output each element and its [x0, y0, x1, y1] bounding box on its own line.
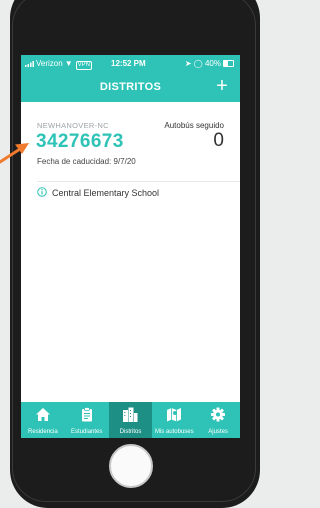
tab-residencia[interactable]: Residencia — [21, 402, 65, 438]
tracked-bus-label: Autobús seguido — [164, 121, 224, 130]
buildings-icon — [123, 407, 138, 422]
district-code: NEWHANOVER-NC — [37, 121, 109, 130]
status-left: Verizon ▼ VPN — [25, 55, 92, 72]
clipboard-icon — [81, 407, 92, 422]
carrier-label: Verizon — [36, 59, 63, 68]
tab-label: Residencia — [28, 429, 58, 435]
tab-label: Estudiantes — [71, 429, 103, 435]
status-time: 12:52 PM — [111, 59, 146, 68]
tab-distritos[interactable]: Distritos — [108, 402, 153, 438]
annotation-arrow — [0, 143, 29, 164]
location-icon: ➤ — [184, 59, 192, 68]
vpn-badge: VPN — [75, 61, 92, 70]
page-title: DISTRITOS — [99, 81, 162, 93]
bus-map-icon — [167, 408, 182, 422]
tab-label: Distritos — [119, 429, 142, 435]
district-number: 34276673 — [36, 131, 124, 152]
home-button[interactable] — [109, 444, 153, 488]
tracked-bus-count: 0 — [213, 130, 224, 151]
nav-bar: DISTRITOS + — [21, 72, 240, 102]
tab-mis-autobuses[interactable]: Mis autobuses — [152, 402, 196, 438]
wifi-icon: ▼ — [64, 59, 73, 68]
tab-ajustes[interactable]: Ajustes — [196, 402, 240, 438]
add-district-button[interactable]: + — [212, 76, 232, 96]
alarm-icon: ◯ — [193, 59, 203, 68]
info-icon — [37, 187, 47, 197]
home-icon — [35, 408, 50, 421]
signal-icon — [25, 60, 34, 67]
app-screen: Verizon ▼ VPN 12:52 PM ➤ ◯ 40% DISTRITOS +… — [21, 55, 240, 438]
expiry-date: Fecha de caducidad: 9/7/20 — [37, 157, 136, 166]
school-name[interactable]: Central Elementary School — [52, 188, 159, 198]
tab-estudiantes[interactable]: Estudiantes — [65, 402, 109, 438]
district-card[interactable]: NEWHANOVER-NC Autobús seguido 34276673 0… — [21, 102, 240, 402]
status-bar: Verizon ▼ VPN 12:52 PM ➤ ◯ 40% — [21, 55, 240, 72]
divider — [37, 181, 240, 182]
tab-bar: Residencia Estudiantes Distritos Mis aut… — [21, 402, 240, 438]
tab-label: Ajustes — [208, 429, 228, 435]
tab-label: Mis autobuses — [154, 429, 194, 435]
gear-icon — [211, 407, 226, 422]
battery-icon — [223, 60, 234, 68]
battery-percent: 40% — [204, 59, 221, 68]
status-right: ➤ ◯ 40% — [185, 55, 234, 72]
